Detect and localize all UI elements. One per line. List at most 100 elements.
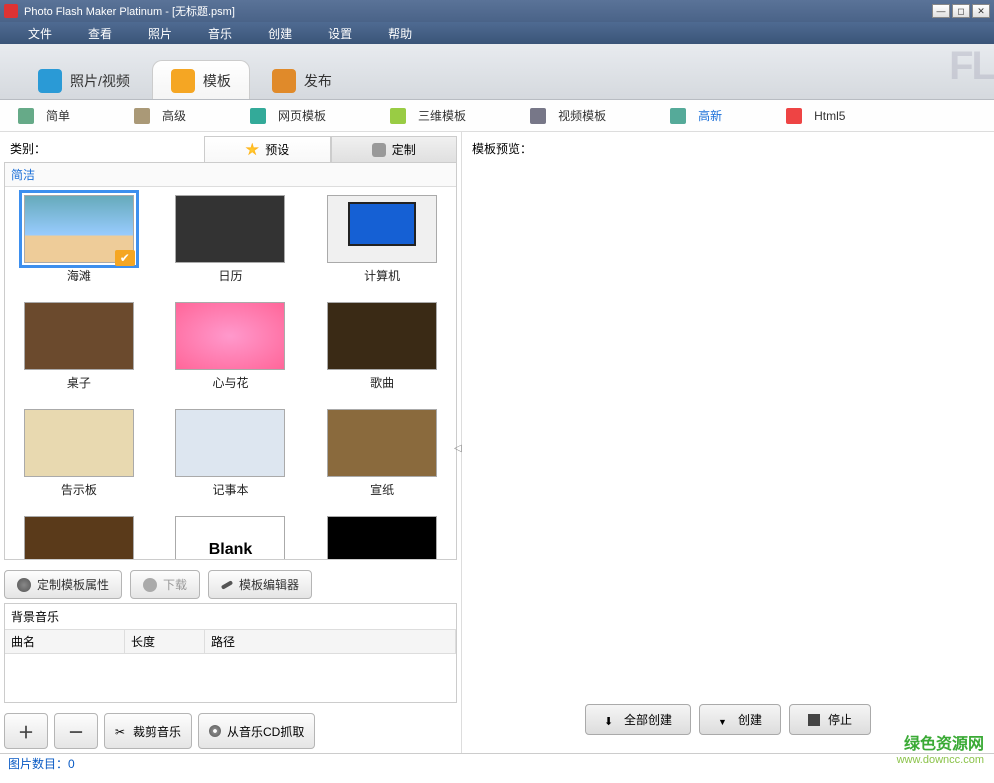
menu-3[interactable]: 音乐 (190, 25, 250, 42)
star-icon (245, 143, 259, 157)
rip-cd-button[interactable]: 从音乐CD抓取 (198, 713, 315, 749)
maintab-label: 模板 (203, 71, 231, 91)
subtab-0[interactable]: 预设 (204, 136, 331, 162)
template-label: 计算机 (364, 267, 400, 284)
maintab-label: 照片/视频 (70, 71, 130, 91)
menu-2[interactable]: 照片 (130, 25, 190, 42)
download-button[interactable]: 下载 (130, 570, 200, 599)
menu-0[interactable]: 文件 (10, 25, 70, 42)
create-button[interactable]: 创建 (699, 704, 781, 735)
template-item-2[interactable]: 计算机 (312, 195, 452, 284)
stop-icon (808, 714, 820, 726)
maintab-1[interactable]: 模板 (152, 60, 250, 99)
toolbar-icon (670, 108, 686, 124)
maintab-label: 发布 (304, 71, 332, 91)
template-item-4[interactable]: 心与花 (161, 302, 301, 391)
template-thumb: Blank (175, 516, 285, 559)
disc-icon (209, 725, 221, 737)
toolbar-item-5[interactable]: 高新 (658, 107, 734, 124)
cut-music-button[interactable]: 裁剪音乐 (104, 713, 192, 749)
template-item-11[interactable] (312, 516, 452, 559)
toolbar-item-1[interactable]: 高级 (122, 107, 198, 124)
template-label: 宣纸 (370, 481, 394, 498)
content-area: 类别： 预设定制 简洁 海滩日历计算机桌子心与花歌曲告示板记事本宣纸Blank … (0, 132, 994, 753)
toolbar-label: 三维模板 (418, 107, 466, 124)
maintab-icon (171, 69, 195, 93)
toolbar-icon (786, 108, 802, 124)
template-item-7[interactable]: 记事本 (161, 409, 301, 498)
col-name[interactable]: 曲名 (5, 630, 125, 653)
template-label: 心与花 (212, 374, 248, 391)
down-icon (718, 714, 730, 726)
create-all-button[interactable]: 全部创建 (585, 704, 691, 735)
template-item-10[interactable]: Blank (161, 516, 301, 559)
subtab-1[interactable]: 定制 (331, 136, 458, 162)
music-section: 背景音乐 曲名 长度 路径 (4, 603, 457, 703)
toolbar-icon (134, 108, 150, 124)
preview-label: 模板预览： (472, 138, 984, 159)
toolbar-label: 高级 (162, 107, 186, 124)
template-label: 桌子 (67, 374, 91, 391)
customize-label: 定制模板属性 (37, 576, 109, 593)
scissors-icon (115, 725, 127, 737)
template-item-3[interactable]: 桌子 (9, 302, 149, 391)
category-label: 类别： (4, 136, 204, 162)
minimize-button[interactable]: — (932, 4, 950, 18)
maintab-2[interactable]: 发布 (254, 61, 350, 99)
template-item-0[interactable]: 海滩 (9, 195, 149, 284)
template-section: 简洁 海滩日历计算机桌子 心与花 歌曲告示板记事本宣纸 Blank (4, 162, 457, 560)
menu-1[interactable]: 查看 (70, 25, 130, 42)
remove-music-button[interactable]: － (54, 713, 98, 749)
decor-text: FL (949, 44, 994, 89)
stop-button[interactable]: 停止 (789, 704, 871, 735)
toolbar-icon (250, 108, 266, 124)
left-panel: 类别： 预设定制 简洁 海滩日历计算机桌子心与花歌曲告示板记事本宣纸Blank … (0, 132, 462, 753)
rip-cd-label: 从音乐CD抓取 (227, 723, 304, 740)
template-item-1[interactable]: 日历 (161, 195, 301, 284)
template-thumb (24, 302, 134, 370)
col-length[interactable]: 长度 (125, 630, 205, 653)
menu-6[interactable]: 帮助 (370, 25, 430, 42)
download-label: 下载 (163, 576, 187, 593)
menu-4[interactable]: 创建 (250, 25, 310, 42)
template-thumb (327, 409, 437, 477)
template-thumb (24, 516, 134, 559)
template-item-9[interactable] (9, 516, 149, 559)
menu-5[interactable]: 设置 (310, 25, 370, 42)
template-item-5[interactable]: 歌曲 (312, 302, 452, 391)
create-label: 创建 (738, 711, 762, 728)
status-text: 图片数目：0 (8, 755, 75, 772)
customize-template-button[interactable]: 定制模板属性 (4, 570, 122, 599)
toolbar-item-0[interactable]: 简单 (6, 107, 82, 124)
menu-bar: 文件查看照片音乐创建设置帮助 (0, 22, 994, 44)
toolbar-label: 视频模板 (558, 107, 606, 124)
toolbar-item-6[interactable]: Html5 (774, 108, 857, 124)
template-item-6[interactable]: 告示板 (9, 409, 149, 498)
template-item-8[interactable]: 宣纸 (312, 409, 452, 498)
toolbar-icon (18, 108, 34, 124)
template-thumb (327, 302, 437, 370)
toolbar-item-4[interactable]: 视频模板 (518, 107, 618, 124)
template-editor-button[interactable]: 模板编辑器 (208, 570, 312, 599)
main-tabs-row: 照片/视频 模板 发布 FL (0, 44, 994, 100)
add-music-button[interactable]: ＋ (4, 713, 48, 749)
maximize-button[interactable]: ◻ (952, 4, 970, 18)
close-button[interactable]: ✕ (972, 4, 990, 18)
toolbar-item-3[interactable]: 三维模板 (378, 107, 478, 124)
music-button-row: ＋ － 裁剪音乐 从音乐CD抓取 (4, 709, 457, 753)
toolbar-icon (390, 108, 406, 124)
template-label: 歌曲 (370, 374, 394, 391)
toolbar-label: 简单 (46, 107, 70, 124)
toolbar-icon (530, 108, 546, 124)
maintab-0[interactable]: 照片/视频 (20, 61, 148, 99)
toolbar-item-2[interactable]: 网页模板 (238, 107, 338, 124)
right-panel: ◁ 模板预览： 全部创建 创建 停止 (462, 132, 994, 753)
music-list[interactable] (5, 654, 456, 702)
wrench-icon (372, 143, 386, 157)
template-grid-wrap[interactable]: 海滩日历计算机桌子 心与花 歌曲告示板记事本宣纸 Blank (5, 187, 456, 559)
col-path[interactable]: 路径 (205, 630, 456, 653)
toolbar: 简单 高级 网页模板 三维模板 视频模板 高新 Html5 (0, 100, 994, 132)
splitter-handle[interactable]: ◁ (454, 443, 466, 454)
tree-header[interactable]: 简洁 (5, 163, 456, 187)
stop-label: 停止 (828, 711, 852, 728)
